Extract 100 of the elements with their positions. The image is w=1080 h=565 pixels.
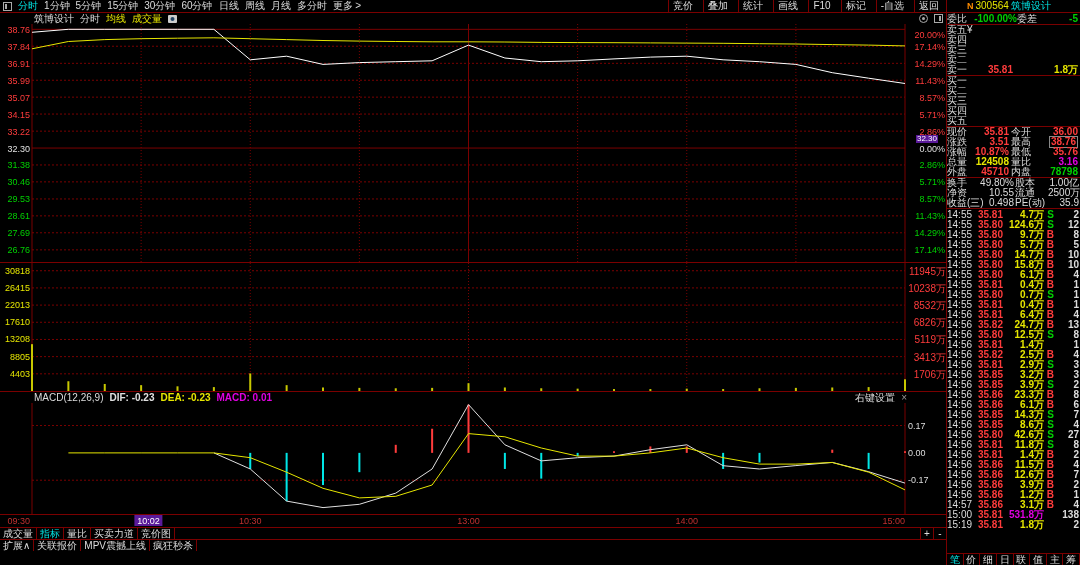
axis-label: 0.00% [919, 143, 945, 154]
indicator-tab[interactable]: 疯狂秒杀 [150, 540, 197, 551]
trade-side: B [1046, 280, 1054, 290]
field-value: 3.16 [1058, 157, 1078, 167]
indicator-tab[interactable]: 买卖力道 [91, 528, 138, 539]
axis-label: 28.61 [7, 211, 30, 222]
indicator-tab[interactable]: 扩展∧ [0, 540, 35, 551]
period-tab[interactable]: 60分钟 [181, 0, 213, 13]
indicator-tab[interactable]: 量比 [64, 528, 91, 539]
field-label: 总量 [947, 157, 967, 167]
volume-bar [831, 387, 834, 391]
field-label: PE(动) [1015, 198, 1046, 208]
trade-volume: 5.7万 [1020, 240, 1044, 250]
toolbar-button[interactable]: 标记 [840, 0, 870, 12]
trade-time: 14:55 [947, 250, 974, 260]
trade-time: 14:56 [947, 490, 974, 500]
axis-label: 14.29% [914, 58, 945, 69]
trade-count: 12 [1067, 220, 1079, 230]
panel-tab[interactable]: 值 [1030, 554, 1047, 565]
trade-time: 14:55 [947, 220, 974, 230]
axis-label: 5119万 [914, 334, 946, 346]
panel-tab[interactable]: 日 [996, 554, 1014, 565]
macd-bar [685, 446, 688, 453]
volume-bar [867, 387, 870, 391]
toolbar-button[interactable]: 画线 [773, 0, 803, 12]
indicator-tab[interactable]: MPV震撼上线 [81, 540, 150, 551]
target-icon[interactable] [919, 14, 928, 23]
zoom-button[interactable]: + [920, 528, 933, 539]
trade-time: 14:55 [947, 300, 974, 310]
axis-label: 37.84 [7, 41, 30, 52]
trade-time: 14:56 [947, 430, 974, 440]
indicator-tab[interactable]: 指标 [37, 528, 64, 539]
trade-count: 3 [1073, 370, 1079, 380]
period-tab[interactable]: 15分钟 [107, 0, 139, 13]
trade-count: 4 [1073, 270, 1079, 280]
period-tab[interactable]: 更多 > [332, 0, 362, 13]
period-tab[interactable]: 分时 [18, 0, 38, 13]
panel-tab[interactable]: 筹 [1063, 554, 1080, 565]
period-tab[interactable]: 周线 [244, 0, 265, 13]
trade-volume: 0.7万 [1020, 290, 1044, 300]
toolbar-button[interactable]: 竞价 [668, 0, 698, 12]
indicator-label: 均线 [106, 11, 126, 26]
field-label: 收益(三) [947, 198, 983, 208]
indicator-reading: DEA: -0.23 [160, 392, 211, 403]
axis-label: 11.43% [915, 75, 945, 86]
trade-price: 35.85 [977, 370, 1003, 380]
toolbar-button[interactable]: 叠加 [703, 0, 733, 12]
order-price: 35.81 [987, 65, 1013, 75]
panel-tab[interactable]: 联 [1013, 554, 1031, 565]
axis-label: 5.71% [919, 177, 945, 188]
volume-bar [285, 385, 288, 391]
period-tab[interactable]: 日线 [218, 0, 239, 13]
close-button[interactable]: × [901, 392, 907, 403]
field-label: 委比 [947, 13, 967, 24]
trade-count: 8 [1073, 440, 1079, 450]
trade-volume: 12.6万 [1014, 470, 1044, 480]
square-icon[interactable] [934, 14, 943, 23]
axis-label: 11945万 [908, 265, 946, 277]
period-tab[interactable]: 5分钟 [75, 0, 102, 13]
period-tab[interactable]: 月线 [270, 0, 291, 13]
axis-label: 17.14% [914, 41, 945, 52]
period-tab[interactable]: 30分钟 [144, 0, 176, 13]
trade-time: 14:56 [947, 380, 974, 390]
panel-tab[interactable]: 笔 [947, 554, 964, 565]
order-level: 买五 [947, 116, 967, 126]
trade-side: S [1047, 360, 1054, 370]
volume-bar [176, 386, 179, 391]
panel-toggle-icon[interactable] [3, 1, 12, 11]
toolbar-button[interactable]: 返回 [914, 0, 943, 12]
indicator-tab[interactable]: 关联报价 [34, 540, 82, 551]
trade-side: B [1046, 320, 1054, 330]
trade-time: 14:56 [947, 400, 974, 410]
trade-time: 14:56 [947, 350, 974, 360]
trade-price: 35.82 [977, 350, 1003, 360]
order-level: 卖五 [947, 25, 967, 35]
toolbar-button[interactable]: -自选 [875, 0, 908, 12]
camera-icon[interactable] [168, 14, 177, 23]
toolbar-button[interactable]: F10 [808, 0, 835, 12]
zoom-button[interactable]: - [933, 528, 946, 539]
period-tab[interactable]: 多分时 [296, 0, 327, 13]
trade-price: 35.86 [977, 470, 1003, 480]
panel-tab[interactable]: 细 [980, 554, 997, 565]
trade-price: 35.80 [977, 220, 1003, 230]
trade-price: 35.80 [977, 230, 1003, 240]
panel-tab[interactable]: 价 [963, 554, 981, 565]
stock-code: 300564 [975, 1, 1009, 11]
trade-count: 1 [1073, 280, 1079, 290]
panel-tab[interactable]: 主 [1046, 554, 1064, 565]
toolbar-button[interactable]: 统计 [738, 0, 768, 12]
period-tab[interactable]: 1分钟 [44, 0, 70, 13]
indicator-reading: DIF: -0.23 [109, 392, 155, 403]
order-level: 卖二 [947, 55, 967, 65]
field-value: 49.80% [980, 178, 1014, 188]
indicator-tab[interactable]: 成交量 [0, 528, 37, 539]
trade-price: 35.85 [977, 410, 1003, 420]
trade-volume: 12.5万 [1014, 330, 1044, 340]
settings-hint: 右键设置 [855, 390, 896, 405]
axis-label: 14.29% [914, 228, 945, 239]
indicator-tab[interactable]: 竞价图 [138, 528, 175, 539]
trade-count: 7 [1073, 410, 1079, 420]
